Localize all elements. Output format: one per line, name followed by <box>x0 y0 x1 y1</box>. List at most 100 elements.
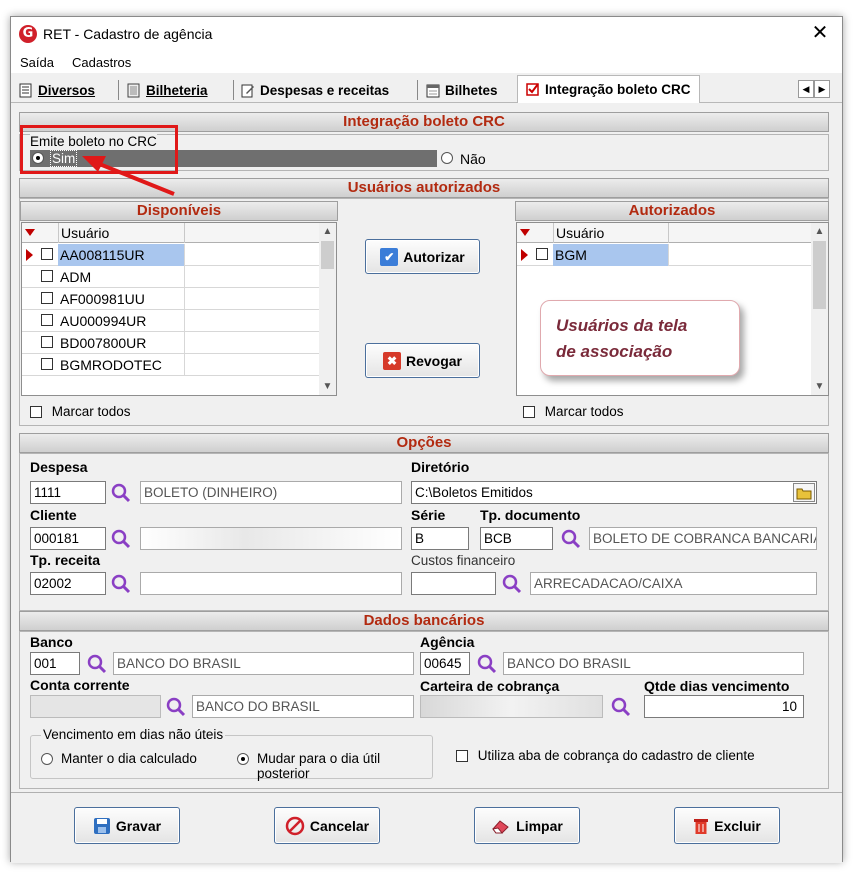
search-icon[interactable] <box>110 482 132 504</box>
folder-browse-button[interactable] <box>793 483 815 502</box>
menu-bar: Saída Cadastros <box>11 51 842 73</box>
banco-code-input[interactable]: 001 <box>30 652 80 675</box>
custos-description: ARRECADACAO/CAIXA <box>530 572 817 595</box>
save-button[interactable]: Gravar <box>74 807 180 844</box>
table-row[interactable]: AF000981UU <box>22 288 321 310</box>
diretorio-input[interactable]: C:\Boletos Emitidos <box>411 481 817 504</box>
clear-button[interactable]: Limpar <box>474 807 580 844</box>
search-icon[interactable] <box>476 653 498 675</box>
table-row[interactable]: AU000994UR <box>22 310 321 332</box>
tab-scroll-right-button[interactable]: ▶ <box>814 80 830 98</box>
grid-header: Usuário <box>517 223 813 243</box>
row-checkbox[interactable] <box>536 248 548 260</box>
search-icon[interactable] <box>165 696 187 718</box>
cliente-code-input[interactable]: 000181 <box>30 527 106 550</box>
search-icon[interactable] <box>501 573 523 595</box>
despesa-code-input[interactable]: 1111 <box>30 481 106 504</box>
conta-description: BANCO DO BRASIL <box>192 695 414 718</box>
conta-corrente-label: Conta corrente <box>30 677 130 693</box>
mark-all-checkbox[interactable] <box>523 406 535 419</box>
user-cell: BGMRODOTEC <box>58 354 185 376</box>
document-icon <box>19 83 32 97</box>
scroll-thumb[interactable] <box>813 241 826 309</box>
row-checkbox[interactable] <box>41 270 53 282</box>
despesa-description: BOLETO (DINHEIRO) <box>140 481 402 504</box>
tab-integracao-boleto-crc[interactable]: Integração boleto CRC <box>517 75 700 103</box>
radio-next-business-day[interactable] <box>237 753 249 765</box>
mark-all-checkbox[interactable] <box>30 406 42 419</box>
row-checkbox[interactable] <box>41 248 53 260</box>
current-row-indicator-icon <box>521 249 528 261</box>
row-checkbox[interactable] <box>41 336 53 348</box>
column-header-usuario[interactable]: Usuário <box>58 223 185 243</box>
radio-keep-day[interactable] <box>41 753 53 765</box>
search-icon[interactable] <box>110 573 132 595</box>
authorize-button[interactable]: ✔ Autorizar <box>365 239 480 274</box>
search-icon[interactable] <box>86 653 108 675</box>
bank-section-title: Dados bancários <box>19 611 829 631</box>
tab-label: Diversos <box>38 82 96 98</box>
authorized-mark-all[interactable]: Marcar todos <box>523 404 624 419</box>
tp-receita-code-input[interactable]: 02002 <box>30 572 106 595</box>
vertical-scrollbar[interactable]: ▲ ▼ <box>811 223 828 395</box>
search-icon[interactable] <box>560 528 582 550</box>
custos-code-input[interactable] <box>411 572 496 595</box>
tab-bilheteria[interactable]: Bilheteria <box>127 79 208 101</box>
tab-diversos[interactable]: Diversos <box>19 79 95 101</box>
delete-button[interactable]: Excluir <box>674 807 780 844</box>
search-icon[interactable] <box>110 528 132 550</box>
carteira-input[interactable] <box>420 695 603 718</box>
available-mark-all[interactable]: Marcar todos <box>30 404 131 419</box>
tp-receita-label: Tp. receita <box>30 552 101 568</box>
revoke-icon: ✖ <box>382 351 401 370</box>
user-cell: AU000994UR <box>58 310 185 332</box>
scroll-thumb[interactable] <box>321 241 334 269</box>
tab-separator <box>233 80 234 100</box>
row-checkbox[interactable] <box>41 292 53 304</box>
tab-separator <box>417 80 418 100</box>
cancel-button[interactable]: Cancelar <box>274 807 380 844</box>
scroll-up-icon[interactable]: ▲ <box>319 223 336 240</box>
available-title: Disponíveis <box>20 201 338 221</box>
close-button[interactable]: ✕ <box>808 22 832 46</box>
tab-separator <box>118 80 119 100</box>
vertical-scrollbar[interactable]: ▲ ▼ <box>319 223 336 395</box>
user-cell: BGM <box>553 244 669 266</box>
save-icon <box>93 817 110 834</box>
table-row[interactable]: ADM <box>22 266 321 288</box>
tab-label: Integração boleto CRC <box>545 82 691 97</box>
use-client-tab-option[interactable]: Utiliza aba de cobrança do cadastro de c… <box>456 748 755 763</box>
scroll-up-icon[interactable]: ▲ <box>811 223 828 240</box>
search-icon[interactable] <box>610 696 632 718</box>
carteira-label: Carteira de cobrança <box>420 678 560 694</box>
tab-scroll-left-button[interactable]: ◀ <box>798 80 814 98</box>
row-checkbox[interactable] <box>41 314 53 326</box>
callout-line: de associação <box>556 342 673 361</box>
row-checkbox[interactable] <box>41 358 53 370</box>
tab-label: Bilhetes <box>445 82 498 98</box>
tab-bilhetes[interactable]: Bilhetes <box>426 79 498 101</box>
table-row[interactable]: BGM <box>517 244 813 266</box>
radio-no[interactable] <box>441 152 453 164</box>
table-row[interactable]: BGMRODOTEC <box>22 354 321 376</box>
available-users-grid[interactable]: Usuário AA008115UR ADM AF000981UU AU0009… <box>21 222 337 396</box>
column-header-usuario[interactable]: Usuário <box>553 223 669 243</box>
tab-despesas-receitas[interactable]: Despesas e receitas <box>241 79 389 101</box>
tab-label: Bilheteria <box>146 82 208 98</box>
conta-code-input[interactable] <box>30 695 161 718</box>
agencia-code-input[interactable]: 00645 <box>420 652 470 675</box>
qtde-dias-input[interactable]: 10 <box>644 695 804 718</box>
user-cell: ADM <box>58 266 185 288</box>
scroll-down-icon[interactable]: ▼ <box>811 378 828 395</box>
revoke-button[interactable]: ✖ Revogar <box>365 343 480 378</box>
serie-input[interactable]: B <box>411 527 469 550</box>
menu-item-saida[interactable]: Saída <box>20 55 54 70</box>
use-client-tab-checkbox[interactable] <box>456 750 468 763</box>
scroll-down-icon[interactable]: ▼ <box>319 378 336 395</box>
page-icon <box>127 83 140 97</box>
table-row[interactable]: BD007800UR <box>22 332 321 354</box>
tp-documento-code-input[interactable]: BCB <box>480 527 553 550</box>
menu-item-cadastros[interactable]: Cadastros <box>72 55 131 70</box>
clear-label: Limpar <box>516 817 563 834</box>
table-row[interactable]: AA008115UR <box>22 244 321 266</box>
